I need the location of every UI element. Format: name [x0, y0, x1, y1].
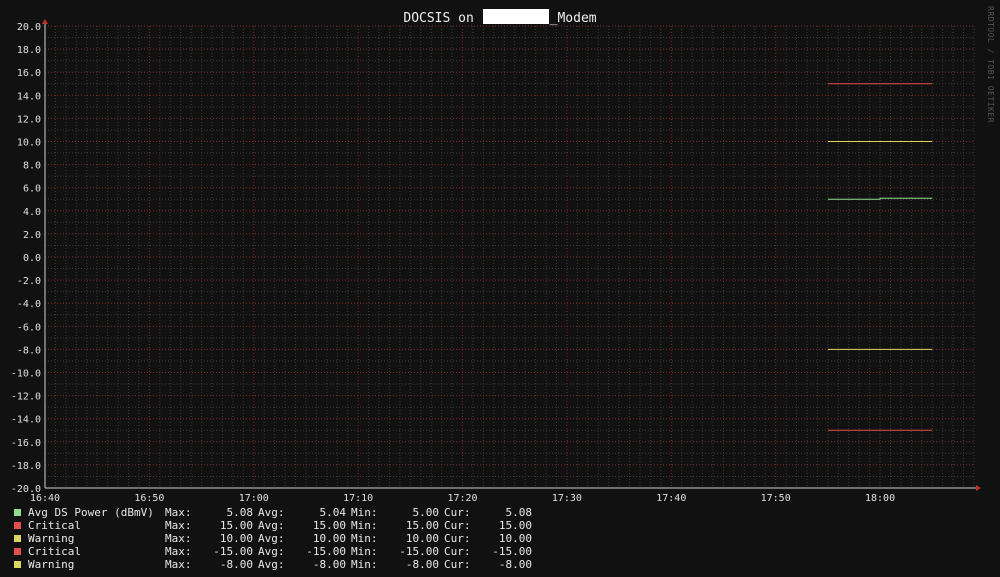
- y-tick-label: -4.0: [17, 299, 41, 310]
- y-tick-label: 12.0: [17, 114, 41, 125]
- legend-min-label: Min:: [351, 545, 378, 558]
- chart-plot: 20.0 18.0 16.0 14.0 12.0 10.0 8.0 6.0 4.0 2.0 0.0 -…: [11, 19, 981, 504]
- y-tick-label: -12.0: [11, 392, 41, 403]
- legend-avg-label: Avg:: [258, 545, 285, 558]
- x-tick-label: 16:50: [134, 493, 164, 504]
- x-tick-label: 17:10: [343, 493, 373, 504]
- legend-min-value: 5.00: [412, 506, 440, 519]
- x-tick-label: 18:00: [865, 493, 895, 504]
- legend-swatch: [14, 522, 21, 529]
- legend-row: Critical Max: -15.00 Avg: -15.00 Min: -15.00 Cu…: [14, 545, 537, 558]
- legend-max-value: 5.08: [226, 506, 254, 519]
- legend-avg-label: Avg:: [258, 532, 285, 545]
- legend-min-value: 10.00: [405, 532, 439, 545]
- legend-avg-value: 15.00: [312, 519, 346, 532]
- legend-row: Avg DS Power (dBmV) Max: 5.08 Avg: 5.04 Min: 5…: [14, 506, 537, 519]
- legend-swatch: [14, 561, 21, 568]
- legend-min-label: Min:: [351, 532, 378, 545]
- legend-avg-value: -15.00: [306, 545, 346, 558]
- legend-avg-value: 10.00: [312, 532, 346, 545]
- x-tick-label: 17:40: [656, 493, 686, 504]
- legend-cur-value: -8.00: [498, 558, 532, 571]
- legend-row: Warning Max: 10.00 Avg: 10.00 Min: 10.00 Cur: 10…: [14, 532, 537, 545]
- x-tick-label: 17:50: [761, 493, 791, 504]
- legend-avg-value: 5.04: [319, 506, 347, 519]
- legend-cur-value: 10.00: [498, 532, 532, 545]
- legend-max-label: Max:: [165, 558, 192, 571]
- legend-max-value: 10.00: [219, 532, 253, 545]
- legend-min-value: -15.00: [399, 545, 439, 558]
- y-tick-label: -14.0: [11, 415, 41, 426]
- x-tick-label: 17:30: [552, 493, 582, 504]
- legend-swatch: [14, 509, 21, 516]
- legend-cur-label: Cur:: [444, 519, 471, 532]
- legend-max-value: -15.00: [213, 545, 253, 558]
- legend-swatch: [14, 535, 21, 542]
- legend-swatch: [14, 548, 21, 555]
- legend-min-label: Min:: [351, 519, 378, 532]
- y-tick-label: -18.0: [11, 461, 41, 472]
- x-tick-label: 17:20: [447, 493, 477, 504]
- legend-cur-label: Cur:: [444, 558, 471, 571]
- y-tick-label: 14.0: [17, 91, 41, 102]
- legend-avg-label: Avg:: [258, 558, 285, 571]
- legend-max-label: Max:: [165, 519, 192, 532]
- legend-cur-value: 15.00: [498, 519, 532, 532]
- legend-series-name: Critical: [28, 519, 81, 532]
- legend-max-label: Max:: [165, 506, 192, 519]
- legend-cur-label: Cur:: [444, 532, 471, 545]
- y-tick-label: 16.0: [17, 68, 41, 79]
- legend-row: Warning Max: -8.00 Avg: -8.00 Min: -8.00 Cur: -8…: [14, 558, 537, 571]
- x-tick-label: 16:40: [30, 493, 60, 504]
- legend-cur-label: Cur:: [444, 506, 471, 519]
- legend-cur-value: -15.00: [492, 545, 532, 558]
- y-axis-arrow: [42, 19, 48, 24]
- legend-series-name: Avg DS Power (dBmV): [28, 506, 154, 519]
- y-tick-label: -16.0: [11, 438, 41, 449]
- legend-max-value: 15.00: [219, 519, 253, 532]
- y-tick-label: 6.0: [23, 184, 41, 195]
- legend-cur-value: 5.08: [505, 506, 533, 519]
- y-tick-label: 2.0: [23, 230, 41, 241]
- legend-min-value: -8.00: [405, 558, 439, 571]
- legend-avg-value: -8.00: [312, 558, 346, 571]
- legend-min-label: Min:: [351, 558, 378, 571]
- y-tick-label: 0.0: [23, 253, 41, 264]
- legend-row: Critical Max: 15.00 Avg: 15.00 Min: 15.00 Cur: 1…: [14, 519, 537, 532]
- legend-max-label: Max:: [165, 532, 192, 545]
- x-tick-label: 17:00: [239, 493, 269, 504]
- legend-max-label: Max:: [165, 545, 192, 558]
- y-tick-label: -2.0: [17, 276, 41, 287]
- series-line-1: [827, 197, 933, 200]
- legend: Avg DS Power (dBmV) Max: 5.08 Avg: 5.04 Min: 5…: [14, 506, 537, 571]
- legend-cur-label: Cur:: [444, 545, 471, 558]
- legend-series-name: Warning: [28, 532, 75, 545]
- y-tick-label: 18.0: [17, 45, 41, 56]
- legend-min-value: 15.00: [405, 519, 439, 532]
- y-tick-label: -6.0: [17, 322, 41, 333]
- legend-series-name: Critical: [28, 545, 81, 558]
- legend-series-name: Warning: [28, 558, 75, 571]
- legend-avg-label: Avg:: [258, 506, 285, 519]
- y-tick-label: 8.0: [23, 161, 41, 172]
- legend-avg-label: Avg:: [258, 519, 285, 532]
- y-tick-label: 10.0: [17, 138, 41, 149]
- y-tick-label: 20.0: [17, 22, 41, 33]
- x-axis-arrow: [976, 485, 981, 491]
- y-tick-label: 4.0: [23, 207, 41, 218]
- y-tick-label: -10.0: [11, 369, 41, 380]
- legend-max-value: -8.00: [219, 558, 253, 571]
- legend-min-label: Min:: [351, 506, 378, 519]
- y-tick-label: -8.0: [17, 345, 41, 356]
